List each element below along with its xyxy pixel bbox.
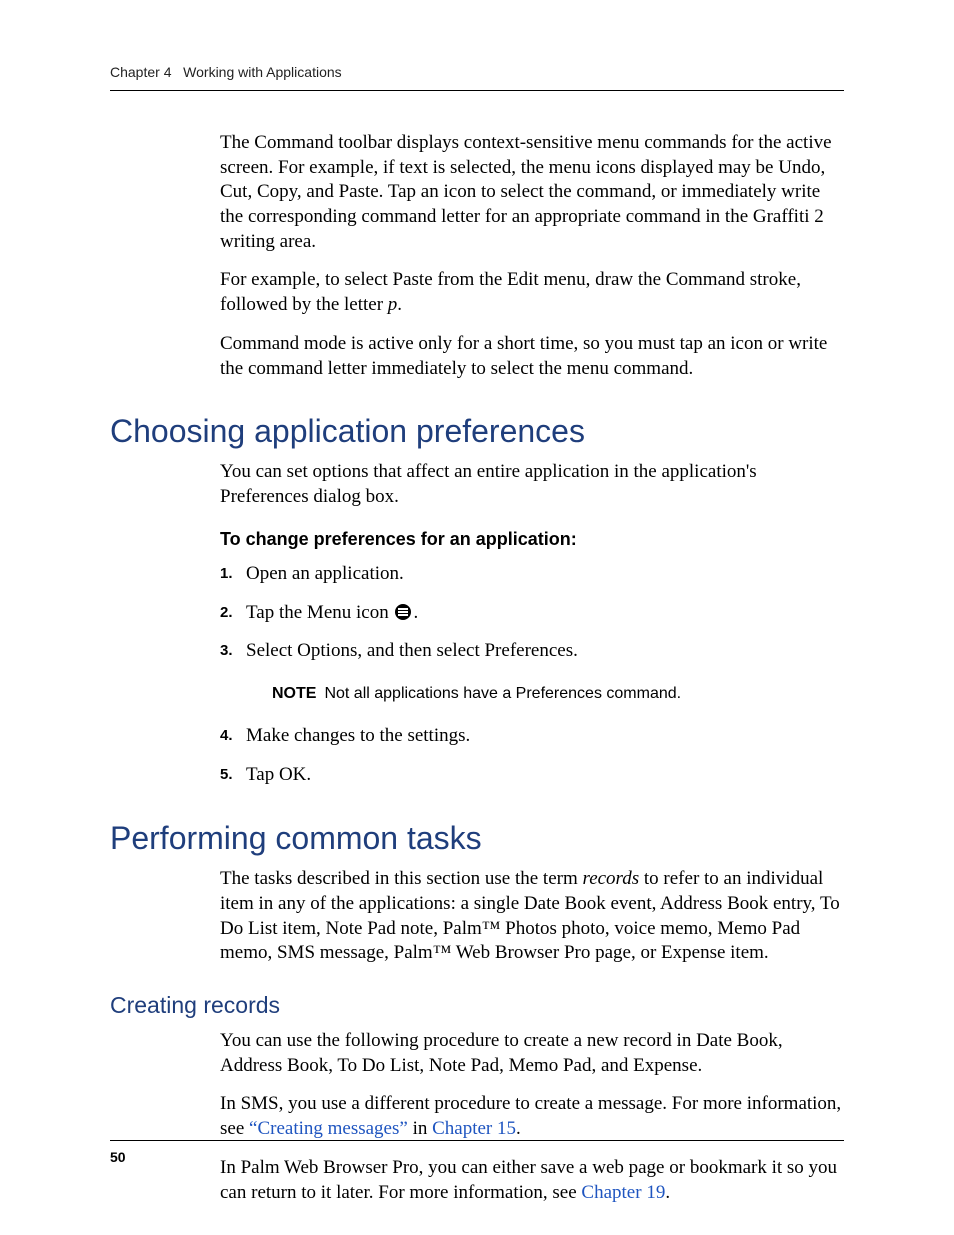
step-3: 3.Select Options, and then select Prefer… (220, 638, 844, 705)
menu-icon (395, 604, 411, 620)
procedure-title: To change preferences for an application… (220, 528, 844, 551)
sub1-para-2: In SMS, you use a different procedure to… (220, 1092, 844, 1141)
page-footer: 50 (110, 1140, 844, 1165)
section-a-para-1: You can set options that affect an entir… (220, 460, 844, 509)
step-2: 2.Tap the Menu icon . (220, 600, 844, 627)
body-text: The Command toolbar displays context-sen… (220, 131, 844, 381)
note-text: Not all applications have a Preferences … (324, 685, 681, 702)
heading-performing-tasks: Performing common tasks (110, 820, 844, 857)
sub1-para-1: You can use the following procedure to c… (220, 1029, 844, 1078)
page: Chapter 4 Working with Applications The … (0, 0, 954, 1235)
link-creating-messages[interactable]: “Creating messages” (249, 1118, 408, 1139)
chapter-label: Chapter 4 (110, 64, 171, 80)
sub1-body: You can use the following procedure to c… (220, 1029, 844, 1205)
heading-creating-records: Creating records (110, 992, 844, 1019)
step-1: 1.Open an application. (220, 561, 844, 588)
intro-para-2: For example, to select Paste from the Ed… (220, 268, 844, 317)
chapter-title: Working with Applications (183, 64, 341, 80)
intro-para-3: Command mode is active only for a short … (220, 332, 844, 381)
step-4: 4.Make changes to the settings. (220, 723, 844, 750)
page-header: Chapter 4 Working with Applications (110, 64, 844, 91)
section-b-para-1: The tasks described in this section use … (220, 867, 844, 966)
link-chapter-19[interactable]: Chapter 19 (581, 1182, 665, 1203)
procedure-steps: 1.Open an application. 2.Tap the Menu ic… (220, 561, 844, 788)
section-a-body: You can set options that affect an entir… (220, 460, 844, 788)
heading-choosing-preferences: Choosing application preferences (110, 413, 844, 450)
page-number: 50 (110, 1149, 126, 1165)
section-b-body: The tasks described in this section use … (220, 867, 844, 966)
intro-para-1: The Command toolbar displays context-sen… (220, 131, 844, 254)
note-label: NOTE (272, 685, 316, 702)
step-5: 5.Tap OK. (220, 762, 844, 789)
note-block: NOTE Not all applications have a Preferen… (272, 683, 844, 705)
link-chapter-15[interactable]: Chapter 15 (432, 1118, 516, 1139)
